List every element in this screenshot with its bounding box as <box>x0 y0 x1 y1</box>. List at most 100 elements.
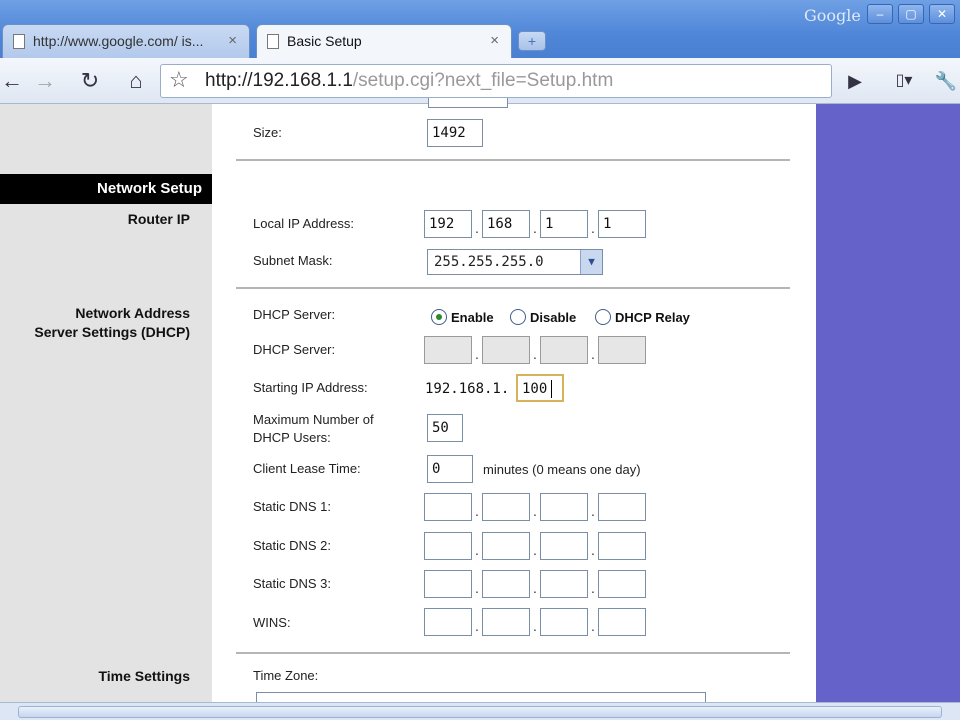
relay-octet-2 <box>482 336 530 364</box>
starting-ip-label: Starting IP Address: <box>253 380 368 395</box>
section-network-setup: Network Setup <box>0 174 212 204</box>
dns1-octet-4[interactable] <box>598 493 646 521</box>
dhcp-relay-radio[interactable]: DHCP Relay <box>595 309 690 325</box>
bookmark-star-icon[interactable]: ☆ <box>169 67 189 93</box>
page-icon <box>13 34 25 49</box>
ip-separator: . <box>475 542 479 558</box>
browser-brand: Google <box>804 6 861 25</box>
max-users-input[interactable]: 50 <box>427 414 463 442</box>
divider <box>236 287 790 289</box>
max-users-label-line2: DHCP Users: <box>253 430 331 445</box>
wins-label: WINS: <box>253 615 291 630</box>
dns1-octet-2[interactable] <box>482 493 530 521</box>
radio-unselected-icon <box>510 309 526 325</box>
scrollbar-thumb[interactable] <box>18 706 942 718</box>
dhcp-enable-radio[interactable]: Enable <box>431 309 494 325</box>
url-host: http://192.168.1.1 <box>205 70 353 91</box>
page-right-band <box>816 104 960 702</box>
dns2-octet-2[interactable] <box>482 532 530 560</box>
radio-selected-icon <box>431 309 447 325</box>
ip-separator: . <box>533 618 537 634</box>
home-icon[interactable]: ⌂ <box>120 66 152 96</box>
text-cursor <box>551 380 552 398</box>
dns2-octet-3[interactable] <box>540 532 588 560</box>
address-bar[interactable]: ☆ http://192.168.1.1/setup.cgi?next_file… <box>160 64 832 98</box>
label-dhcp-line2: Server Settings (DHCP) <box>34 324 190 340</box>
dhcp-relay-label: DHCP Relay <box>615 309 690 325</box>
tab-google-title: http://www.google.com/ is... <box>33 33 204 49</box>
url-path: /setup.cgi?next_file=Setup.htm <box>352 70 614 91</box>
dhcp-enable-label: Enable <box>451 309 494 325</box>
ip-separator: . <box>591 346 595 362</box>
wins-octet-3[interactable] <box>540 608 588 636</box>
ip-separator: . <box>591 503 595 519</box>
page-icon <box>267 34 279 49</box>
dns3-octet-4[interactable] <box>598 570 646 598</box>
starting-ip-input[interactable]: 100 <box>516 374 564 402</box>
tab-basic-setup-close-icon[interactable]: × <box>490 25 499 57</box>
browser-titlebar: Google – ▢ ✕ http://www.google.com/ is..… <box>0 0 960 58</box>
ip-separator: . <box>533 542 537 558</box>
tab-google-close-icon[interactable]: × <box>228 25 237 57</box>
subnet-mask-select[interactable]: 255.255.255.0 ▼ <box>427 249 603 275</box>
dns2-octet-1[interactable] <box>424 532 472 560</box>
back-arrow-icon[interactable]: ← <box>0 66 24 96</box>
dns3-octet-2[interactable] <box>482 570 530 598</box>
ip-separator: . <box>533 220 537 236</box>
dns1-octet-3[interactable] <box>540 493 588 521</box>
wins-octet-4[interactable] <box>598 608 646 636</box>
lease-time-label: Client Lease Time: <box>253 461 361 476</box>
relay-octet-1 <box>424 336 472 364</box>
go-icon[interactable]: ▶ <box>842 66 868 96</box>
close-window-button[interactable]: ✕ <box>929 4 955 24</box>
relay-octet-4 <box>598 336 646 364</box>
dhcp-server-label: DHCP Server: <box>253 307 336 322</box>
ip-separator: . <box>475 580 479 596</box>
time-zone-label: Time Zone: <box>253 668 319 683</box>
lease-time-note: minutes (0 means one day) <box>483 462 641 477</box>
label-router-ip: Router IP <box>127 211 190 227</box>
url-text[interactable]: http://192.168.1.1/setup.cgi?next_file=S… <box>205 70 613 92</box>
dns1-octet-1[interactable] <box>424 493 472 521</box>
local-ip-label: Local IP Address: <box>253 216 354 231</box>
dns3-octet-3[interactable] <box>540 570 588 598</box>
local-ip-octet-3[interactable]: 1 <box>540 210 588 238</box>
dns2-octet-4[interactable] <box>598 532 646 560</box>
subnet-mask-label: Subnet Mask: <box>253 253 333 268</box>
tab-basic-setup-title: Basic Setup <box>287 33 362 49</box>
relay-octet-3 <box>540 336 588 364</box>
label-time-settings: Time Settings <box>98 668 190 684</box>
chevron-down-icon[interactable]: ▼ <box>580 250 602 274</box>
local-ip-octet-2[interactable]: 168 <box>482 210 530 238</box>
time-zone-select[interactable] <box>256 692 706 702</box>
restore-button[interactable]: ▢ <box>898 4 924 24</box>
page-menu-icon[interactable]: ▯▾ <box>884 66 924 96</box>
ip-separator: . <box>475 503 479 519</box>
forward-arrow-icon[interactable]: → <box>32 66 58 96</box>
wrench-icon[interactable]: 🔧 <box>932 66 960 96</box>
ip-separator: . <box>533 580 537 596</box>
local-ip-octet-4[interactable]: 1 <box>598 210 646 238</box>
mtu-size-input[interactable]: 1492 <box>427 119 483 147</box>
dhcp-disable-radio[interactable]: Disable <box>510 309 576 325</box>
tab-google[interactable]: http://www.google.com/ is... × <box>2 24 250 58</box>
minimize-button[interactable]: – <box>867 4 893 24</box>
ip-separator: . <box>475 618 479 634</box>
label-dhcp-line1: Network Address <box>75 305 190 321</box>
ip-separator: . <box>591 580 595 596</box>
dhcp-relay-server-label: DHCP Server: <box>253 342 336 357</box>
ip-separator: . <box>533 346 537 362</box>
new-tab-button[interactable]: + <box>518 31 546 51</box>
divider <box>236 652 790 654</box>
wins-octet-1[interactable] <box>424 608 472 636</box>
wins-octet-2[interactable] <box>482 608 530 636</box>
scrolled-field <box>428 98 508 108</box>
subnet-mask-value: 255.255.255.0 <box>434 254 544 270</box>
local-ip-octet-1[interactable]: 192 <box>424 210 472 238</box>
tab-basic-setup[interactable]: Basic Setup × <box>256 24 512 58</box>
ip-separator: . <box>591 618 595 634</box>
lease-time-input[interactable]: 0 <box>427 455 473 483</box>
horizontal-scrollbar[interactable] <box>0 702 960 720</box>
reload-icon[interactable]: ↻ <box>76 66 104 96</box>
dns3-octet-1[interactable] <box>424 570 472 598</box>
